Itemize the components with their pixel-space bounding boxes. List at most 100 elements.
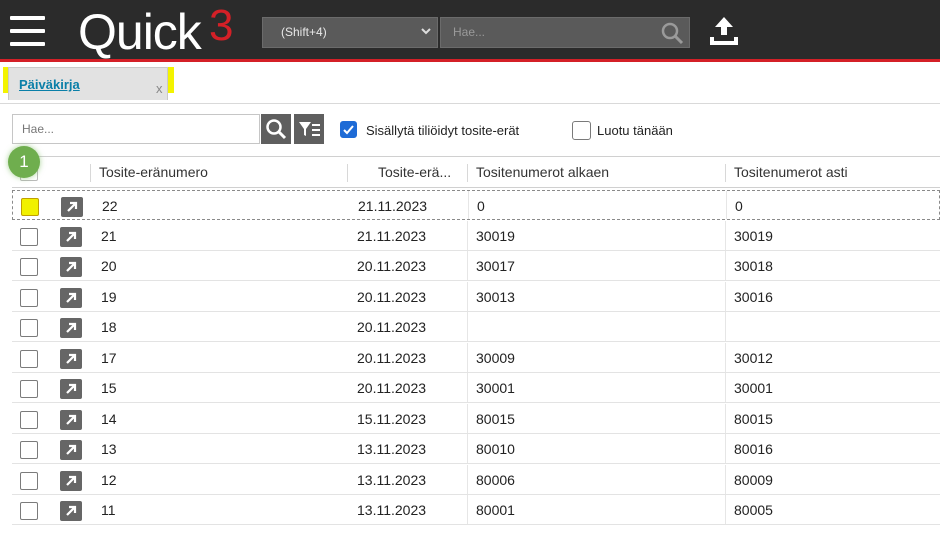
open-arrow-icon xyxy=(66,261,77,272)
cell-numbers-to: 30012 xyxy=(734,349,773,366)
cell-numbers-to: 80005 xyxy=(734,502,773,518)
cell-numbers-from: 30017 xyxy=(476,258,515,274)
row-checkbox[interactable] xyxy=(20,227,38,246)
row-checkbox[interactable] xyxy=(20,349,38,368)
cell-batch-number: 19 xyxy=(101,288,117,305)
created-today-checkbox[interactable] xyxy=(572,121,591,140)
include-reconciled-label: Sisällytä tiliöidyt tosite-erät xyxy=(366,123,520,138)
checkmark-icon xyxy=(343,125,354,135)
row-checkbox[interactable] xyxy=(20,258,38,276)
row-checkbox[interactable] xyxy=(21,198,39,216)
logo-text: Quick xyxy=(78,4,202,60)
cell-batch-date: 20.11.2023 xyxy=(357,380,427,396)
table-row[interactable]: 13 13.11.2023 80010 80016 xyxy=(12,434,940,464)
cell-batch-date: 15.11.2023 xyxy=(357,410,427,427)
tab-strip: Päiväkirja x xyxy=(0,65,940,104)
global-search-input[interactable]: Hae... xyxy=(440,17,690,48)
open-row-button[interactable] xyxy=(60,348,82,369)
cell-numbers-from: 80006 xyxy=(476,471,515,488)
table-row[interactable]: 11 13.11.2023 80001 80005 xyxy=(12,495,940,525)
open-arrow-icon xyxy=(66,353,77,364)
global-search-placeholder: Hae... xyxy=(453,25,486,39)
table-row[interactable]: 15 20.11.2023 30001 30001 xyxy=(12,373,940,403)
cell-numbers-from: 30019 xyxy=(476,227,515,244)
cell-batch-date: 13.11.2023 xyxy=(357,471,427,488)
tab-close-button[interactable]: x xyxy=(156,81,163,96)
open-arrow-icon xyxy=(66,414,77,425)
table-header: Tosite-eränumero Tosite-erä... Tositenum… xyxy=(12,156,940,188)
column-header-batch-date[interactable]: Tosite-erä... xyxy=(378,164,451,180)
open-arrow-icon xyxy=(66,505,77,516)
row-checkbox[interactable] xyxy=(20,319,38,337)
open-row-button[interactable] xyxy=(60,440,82,460)
cell-numbers-to: 30018 xyxy=(734,258,773,274)
open-row-button[interactable] xyxy=(60,257,82,277)
cell-batch-date: 20.11.2023 xyxy=(357,258,427,274)
row-checkbox[interactable] xyxy=(20,471,38,490)
cell-numbers-from: 80010 xyxy=(476,441,515,457)
open-row-button[interactable] xyxy=(60,287,82,308)
open-row-button[interactable] xyxy=(60,318,82,338)
cell-batch-date: 20.11.2023 xyxy=(357,288,427,305)
open-arrow-icon xyxy=(66,444,77,455)
cell-batch-date: 21.11.2023 xyxy=(358,198,428,214)
table-search-placeholder: Hae... xyxy=(22,122,55,136)
upload-icon[interactable] xyxy=(706,13,742,49)
cell-batch-date: 13.11.2023 xyxy=(357,502,427,518)
table-row[interactable]: 12 13.11.2023 80006 80009 xyxy=(12,464,940,495)
step-badge: 1 xyxy=(8,146,40,178)
cell-numbers-to: 30001 xyxy=(734,380,773,396)
cell-numbers-to: 80015 xyxy=(734,410,773,427)
table-search-input[interactable]: Hae... xyxy=(12,114,260,144)
open-row-button[interactable] xyxy=(60,409,82,430)
open-arrow-icon xyxy=(66,292,77,303)
row-checkbox[interactable] xyxy=(20,380,38,398)
table-row[interactable]: 21 21.11.2023 30019 30019 xyxy=(12,220,940,251)
tab-label[interactable]: Päiväkirja xyxy=(19,77,80,92)
cell-numbers-from: 30009 xyxy=(476,349,515,366)
cell-batch-number: 12 xyxy=(101,471,117,488)
cell-numbers-to: 0 xyxy=(735,198,743,214)
shortcut-value: (Shift+4) xyxy=(281,25,327,39)
open-row-button[interactable] xyxy=(60,226,82,247)
table-row[interactable]: 14 15.11.2023 80015 80015 xyxy=(12,403,940,434)
row-checkbox[interactable] xyxy=(20,441,38,459)
filter-icon xyxy=(299,122,320,136)
open-arrow-icon xyxy=(66,383,77,394)
search-button[interactable] xyxy=(261,114,291,144)
cell-batch-date: 13.11.2023 xyxy=(357,441,427,457)
menu-icon[interactable] xyxy=(10,16,45,46)
cell-batch-number: 20 xyxy=(101,258,117,274)
column-header-numbers-from[interactable]: Tositenumerot alkaen xyxy=(476,164,609,180)
table-row[interactable]: 18 20.11.2023 xyxy=(12,312,940,342)
cell-batch-number: 17 xyxy=(101,349,117,366)
cell-batch-number: 15 xyxy=(101,380,117,396)
open-row-button[interactable] xyxy=(60,501,82,521)
table-row[interactable]: 22 21.11.2023 0 0 xyxy=(12,190,940,220)
tab-paivakirja[interactable]: Päiväkirja x xyxy=(8,67,168,100)
table-row[interactable]: 19 20.11.2023 30013 30016 xyxy=(12,281,940,312)
column-header-numbers-to[interactable]: Tositenumerot asti xyxy=(734,164,848,180)
row-checkbox[interactable] xyxy=(20,410,38,429)
include-reconciled-checkbox[interactable] xyxy=(340,121,357,138)
open-row-button[interactable] xyxy=(60,470,82,491)
filter-button[interactable] xyxy=(294,114,324,144)
cell-batch-number: 21 xyxy=(101,227,117,244)
table-row[interactable]: 17 20.11.2023 30009 30012 xyxy=(12,342,940,373)
table-row[interactable]: 20 20.11.2023 30017 30018 xyxy=(12,251,940,281)
search-icon[interactable] xyxy=(659,21,685,45)
shortcut-select[interactable]: (Shift+4) xyxy=(262,17,438,48)
row-checkbox[interactable] xyxy=(20,288,38,307)
column-header-batch-number[interactable]: Tosite-eränumero xyxy=(99,164,208,180)
cell-numbers-from: 30001 xyxy=(476,380,515,396)
open-arrow-icon xyxy=(66,475,77,486)
cell-numbers-from: 80001 xyxy=(476,502,515,518)
cell-numbers-to: 80009 xyxy=(734,471,773,488)
open-row-button[interactable] xyxy=(60,379,82,399)
cell-numbers-from: 30013 xyxy=(476,288,515,305)
open-row-button[interactable] xyxy=(61,197,83,217)
cell-numbers-to: 30019 xyxy=(734,227,773,244)
search-icon xyxy=(266,119,287,140)
row-checkbox[interactable] xyxy=(20,502,38,520)
cell-numbers-to: 30016 xyxy=(734,288,773,305)
